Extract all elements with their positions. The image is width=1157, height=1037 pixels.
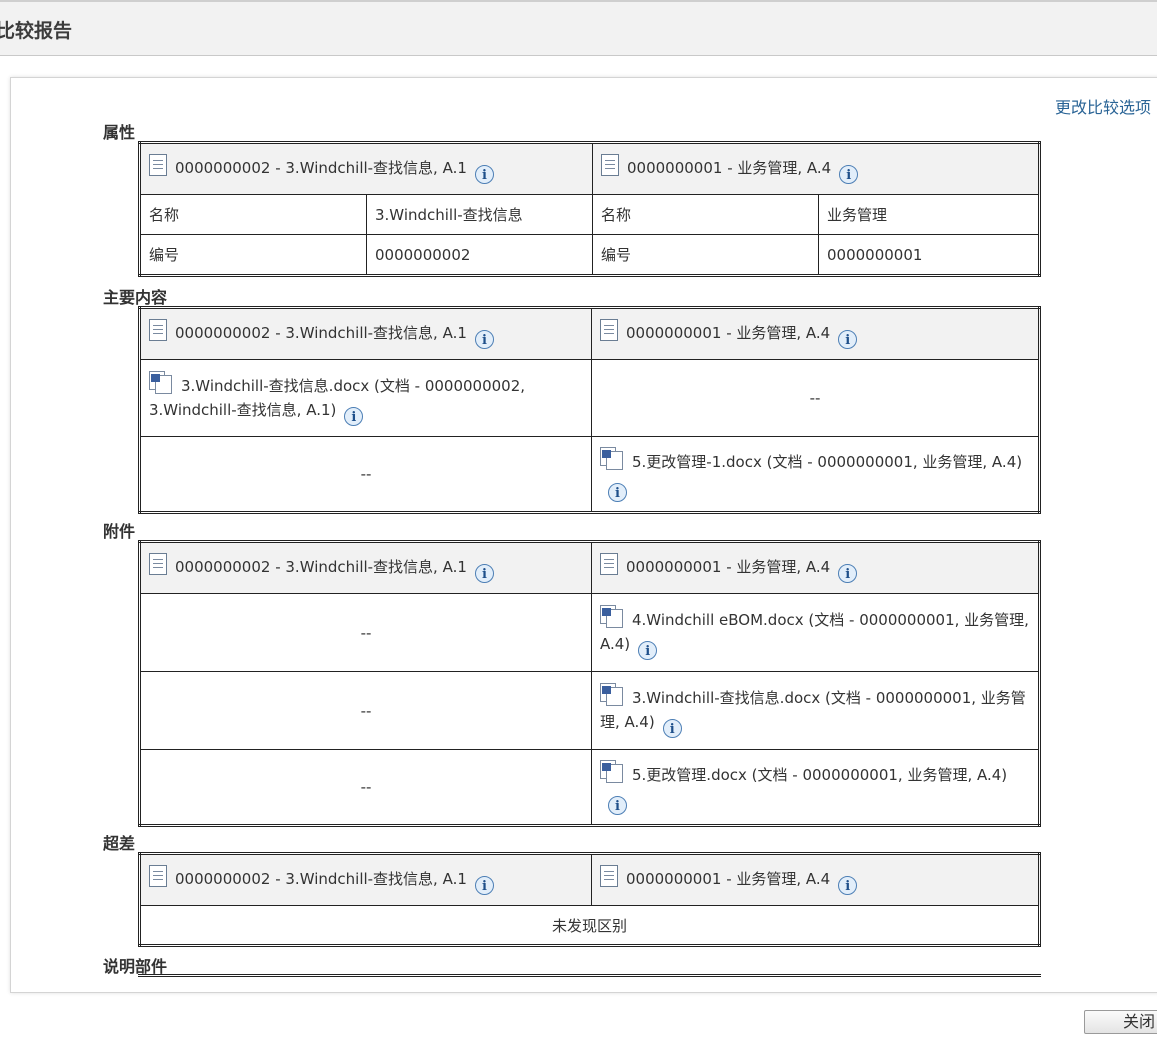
table-row: 3.Windchill-查找信息.docx (文档 - 0000000002, … [139,359,1040,437]
page-header: 比较报告 [0,2,1157,56]
object-a-header: 0000000002 - 3.Windchill-查找信息, A.1 i [139,307,592,360]
no-difference-text: 未发现区别 [139,905,1040,946]
info-icon[interactable]: i [638,641,658,660]
section-label-deviations: 超差 [103,834,136,853]
object-a-header: 0000000002 - 3.Windchill-查找信息, A.1 i [139,541,592,594]
described-by-table-edge [138,974,1041,977]
info-icon[interactable]: i [839,165,859,184]
section-label-primary-content: 主要内容 [103,288,168,307]
table-row: -- 5.更改管理.docx (文档 - 0000000001, 业务管理, A… [139,749,1040,826]
word-file-icon [600,446,624,470]
document-icon [600,319,618,341]
word-file-icon [600,683,624,706]
document-icon [149,865,167,887]
empty-cell: -- [139,436,592,513]
object-a-title: 0000000002 - 3.Windchill-查找信息, A.1 [175,159,467,177]
object-b-header: 0000000001 - 业务管理, A.4 i [591,307,1040,360]
word-file-icon [149,370,173,394]
empty-cell: -- [139,671,592,750]
document-icon [149,553,167,575]
document-icon [149,319,167,341]
attr-value: 业务管理 [818,194,1040,235]
attachment-link[interactable]: 4.Windchill eBOM.docx (文档 - 0000000001, … [600,611,1029,653]
content-item-link[interactable]: 3.Windchill-查找信息.docx (文档 - 0000000002, … [149,377,525,419]
object-a-title: 0000000002 - 3.Windchill-查找信息, A.1 [175,870,467,888]
object-b-header: 0000000001 - 业务管理, A.4 i [591,853,1040,906]
table-row: -- 5.更改管理-1.docx (文档 - 0000000001, 业务管理,… [139,436,1040,513]
table-row: 未发现区别 [139,905,1040,946]
info-icon[interactable]: i [474,564,494,583]
object-b-header: 0000000001 - 业务管理, A.4 i [591,541,1040,594]
table-header-row: 0000000002 - 3.Windchill-查找信息, A.1 i 0000… [139,541,1040,594]
object-b-title: 0000000001 - 业务管理, A.4 [626,870,831,888]
table-row: 名称 3.Windchill-查找信息 名称 业务管理 [139,194,1040,235]
info-icon[interactable]: i [344,406,364,426]
word-file-icon [600,759,624,783]
attributes-table: 0000000002 - 3.Windchill-查找信息, A.1 i 0000… [138,141,1041,277]
table-header-row: 0000000002 - 3.Windchill-查找信息, A.1 i 0000… [139,142,1040,195]
section-label-attachments: 附件 [103,522,136,541]
empty-cell: -- [139,749,592,826]
object-a-title: 0000000002 - 3.Windchill-查找信息, A.1 [175,558,467,576]
info-icon[interactable]: i [662,719,682,738]
compare-report-panel: 更改比较选项 属性 0000000002 - 3.Windchill-查找信息,… [10,77,1157,993]
table-row: -- 4.Windchill eBOM.docx (文档 - 000000000… [139,593,1040,672]
change-compare-options-link[interactable]: 更改比较选项 [1055,94,1151,118]
attr-label: 编号 [592,234,819,276]
content-cell: 4.Windchill eBOM.docx (文档 - 0000000001, … [591,593,1040,672]
deviations-table: 0000000002 - 3.Windchill-查找信息, A.1 i 0000… [138,852,1041,947]
content-cell: 5.更改管理.docx (文档 - 0000000001, 业务管理, A.4)… [591,749,1040,826]
table-header-row: 0000000002 - 3.Windchill-查找信息, A.1 i 0000… [139,307,1040,360]
table-row: -- 3.Windchill-查找信息.docx (文档 - 000000000… [139,671,1040,750]
close-button[interactable]: 关闭 [1084,1010,1157,1034]
attr-label: 名称 [592,194,819,235]
content-cell: 3.Windchill-查找信息.docx (文档 - 0000000002, … [139,359,592,437]
object-a-header: 0000000002 - 3.Windchill-查找信息, A.1 i [139,853,592,906]
table-row: 编号 0000000002 编号 0000000001 [139,234,1040,276]
object-b-title: 0000000001 - 业务管理, A.4 [626,324,831,342]
object-b-title: 0000000001 - 业务管理, A.4 [627,159,832,177]
info-icon[interactable]: i [608,482,627,502]
content-item-link[interactable]: 5.更改管理-1.docx (文档 - 0000000001, 业务管理, A.… [632,453,1022,471]
attr-label: 编号 [139,234,367,276]
section-label-attributes: 属性 [103,123,136,142]
info-icon[interactable]: i [474,165,494,184]
object-a-title: 0000000002 - 3.Windchill-查找信息, A.1 [175,324,467,342]
info-icon[interactable]: i [838,564,858,583]
attr-label: 名称 [139,194,367,235]
attachment-link[interactable]: 5.更改管理.docx (文档 - 0000000001, 业务管理, A.4) [632,766,1007,784]
info-icon[interactable]: i [838,876,858,895]
page-title: 比较报告 [0,20,73,42]
info-icon[interactable]: i [474,330,494,349]
document-icon [600,553,618,575]
attr-value: 3.Windchill-查找信息 [366,194,593,235]
attachments-table: 0000000002 - 3.Windchill-查找信息, A.1 i 0000… [138,540,1041,827]
document-icon [601,154,619,176]
document-icon [600,865,618,887]
empty-cell: -- [139,593,592,672]
info-icon[interactable]: i [838,330,858,349]
table-header-row: 0000000002 - 3.Windchill-查找信息, A.1 i 0000… [139,853,1040,906]
word-file-icon [600,605,624,628]
document-icon [149,154,167,176]
object-b-title: 0000000001 - 业务管理, A.4 [626,558,831,576]
attr-value: 0000000002 [366,234,593,276]
empty-cell: -- [591,359,1040,437]
content-cell: 5.更改管理-1.docx (文档 - 0000000001, 业务管理, A.… [591,436,1040,513]
content-cell: 3.Windchill-查找信息.docx (文档 - 0000000001, … [591,671,1040,750]
info-icon[interactable]: i [474,876,494,895]
attr-value: 0000000001 [818,234,1040,276]
object-b-header: 0000000001 - 业务管理, A.4 i [592,142,1040,195]
object-a-header: 0000000002 - 3.Windchill-查找信息, A.1 i [139,142,593,195]
primary-content-table: 0000000002 - 3.Windchill-查找信息, A.1 i 0000… [138,306,1041,514]
info-icon[interactable]: i [608,795,627,815]
